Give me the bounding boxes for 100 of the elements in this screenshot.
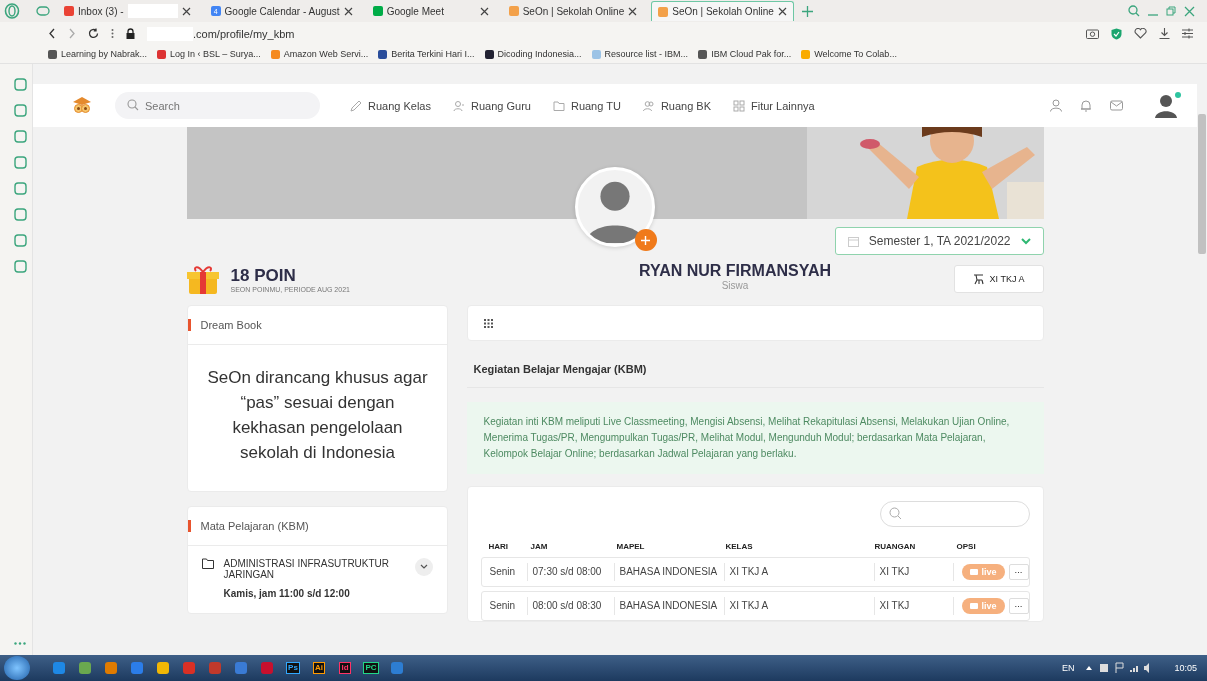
table-cell: XI TKJ A [725,597,876,615]
column-header: MAPEL [615,541,646,551]
search-icon [127,99,139,111]
sidebar-app-icon[interactable] [13,130,27,143]
tab-title: SeOn | Sekolah Online [522,5,625,17]
table-cell: XI TKJ [875,563,955,581]
bookmark[interactable]: Amazon Web Servi... [270,49,369,59]
chevron-icon [420,564,429,570]
bookmark[interactable]: Learning by Nabrak... [48,49,148,59]
user-avatar[interactable] [1153,91,1181,120]
calendar-icon [847,235,859,247]
taskbar-app-icon[interactable]: Id [336,659,354,677]
student-role: Siswa [721,279,749,291]
user-icon[interactable] [1050,99,1062,112]
close-icon[interactable] [181,6,191,16]
table-search-field[interactable] [879,501,1030,527]
download-icon[interactable] [1159,28,1170,39]
favicon-icon [157,49,167,59]
close-icon[interactable] [343,6,353,16]
more-button[interactable]: ··· [1008,564,1029,580]
kebab-icon[interactable] [111,28,114,39]
bookmark[interactable]: Resource list - IBM... [591,49,689,59]
grid-icon[interactable] [484,318,494,328]
clock[interactable]: 10:05 [1174,663,1197,673]
heart-icon[interactable] [1134,28,1147,39]
more-button[interactable]: ··· [1008,598,1029,614]
taskbar-app-icon[interactable] [388,659,406,677]
shield-icon[interactable] [1111,27,1122,40]
video-icon [970,569,979,575]
taskbar-app-icon[interactable] [76,659,94,677]
browser-tab[interactable]: SeOn | Sekolah Online [502,1,644,21]
semester-dropdown[interactable]: Semester 1, TA 2021/2022 [834,227,1044,255]
back-icon[interactable] [48,28,56,39]
nav-link[interactable]: Ruang TU [552,99,621,112]
nav-link[interactable]: Ruang Kelas [350,99,431,112]
sidebar-app-icon[interactable] [13,260,27,273]
bell-icon[interactable] [1080,99,1092,112]
search-field[interactable]: Search [115,92,320,119]
chevron-down-icon [1020,237,1031,245]
taskbar-app-icon[interactable] [50,659,68,677]
class-button[interactable]: XI TKJ A [953,265,1044,293]
bookmark[interactable]: Dicoding Indonesia... [484,49,582,59]
sidebar-app-icon[interactable] [13,234,27,247]
sidebar-app-icon[interactable] [13,182,27,195]
camera-icon[interactable] [1086,28,1099,39]
favicon-icon [64,6,74,16]
forward-icon[interactable] [68,28,76,39]
search-icon [888,507,902,520]
card-title: Dream Book [200,319,262,331]
sidebar-app-icon[interactable] [13,78,27,91]
browser-tab[interactable]: SeOn | Sekolah Online [651,1,794,21]
tab-title: Google Calendar - August [224,5,340,17]
bookmark[interactable]: IBM Cloud Pak for... [698,49,792,59]
favicon-icon [508,6,519,16]
new-tab-icon[interactable] [801,5,813,17]
scrollbar-thumb[interactable] [1198,114,1206,254]
language-indicator[interactable]: EN [1061,663,1075,673]
kbm-description: Kegiatan inti KBM meliputi Live Classmeeting, Mengisi Absensi, Melihat Rekapitulasi Absensi, Melakukan Ujian Online, Menerima Tugas/PR, Mengumpulkan Tugas/PR, Melihat Modul, Mengunduh Modul; berdasarkan Mata Pelajaran, Kelompok Belajar Online; berdasarkan Jadwal Pelajaran yang berlaku. [467,402,1044,474]
reload-icon[interactable] [88,28,99,39]
column-header: RUANGAN [873,541,917,551]
favicon-icon [591,49,601,59]
more-icon[interactable] [14,642,26,645]
mail-icon[interactable] [1110,100,1123,111]
folder-icon [201,558,214,569]
close-icon[interactable] [628,6,638,16]
taskbar-app-icon[interactable]: Ai [310,659,328,677]
taskbar-app-icon[interactable] [102,659,120,677]
taskbar-app-icon[interactable] [232,659,250,677]
taskbar-app-icon[interactable] [128,659,146,677]
sidebar-app-icon[interactable] [13,104,27,117]
column-header: KELAS [724,541,754,551]
table-cell: XI TKJ A [725,563,876,581]
browser-tab[interactable]: Google Meet [366,1,495,21]
dream-book-text: SeOn dirancang khusus agar “pas” sesuai dengan kekhasan pengelolaan sekolah di Indonesia [206,367,429,464]
bookmark[interactable]: Berita Terkini Hari I... [378,49,475,59]
close-icon[interactable] [777,7,787,16]
restore-icon[interactable] [1166,6,1176,16]
favicon-icon [801,49,811,59]
tab-title: SeOn | Sekolah Online [672,6,774,17]
subject-name: ADMINISTRASI INFRASUTRUKTUR JARINGAN [223,558,391,580]
close-icon[interactable] [479,6,489,16]
nav-link[interactable]: Fitur Lainnya [733,99,815,112]
address-field[interactable]: .com/profile/my_kbm [193,27,295,40]
settings-icon[interactable] [1182,28,1193,39]
nav-link[interactable]: Ruang BK [642,99,712,112]
taskbar-app-icon[interactable] [154,659,172,677]
bookmark[interactable]: Welcome To Colab... [801,49,897,59]
browser-logo-icon[interactable] [4,3,20,19]
start-button[interactable] [4,656,30,680]
taskbar-app-icon[interactable]: PC [362,659,380,677]
taskbar-app-icon[interactable]: Ps [284,659,302,677]
sidebar-app-icon[interactable] [13,156,27,169]
search-icon[interactable] [1128,5,1140,17]
expand-button[interactable] [415,558,434,576]
bookmark[interactable]: Log In ‹ BSL – Surya... [157,49,261,59]
add-photo-button[interactable] [634,229,657,251]
sidebar-app-icon[interactable] [13,208,27,221]
browser-tab[interactable]: Inbox (3) - [58,1,197,21]
nav-link[interactable]: Ruang Guru [453,99,531,112]
tab-title: Inbox (3) - [78,5,124,17]
